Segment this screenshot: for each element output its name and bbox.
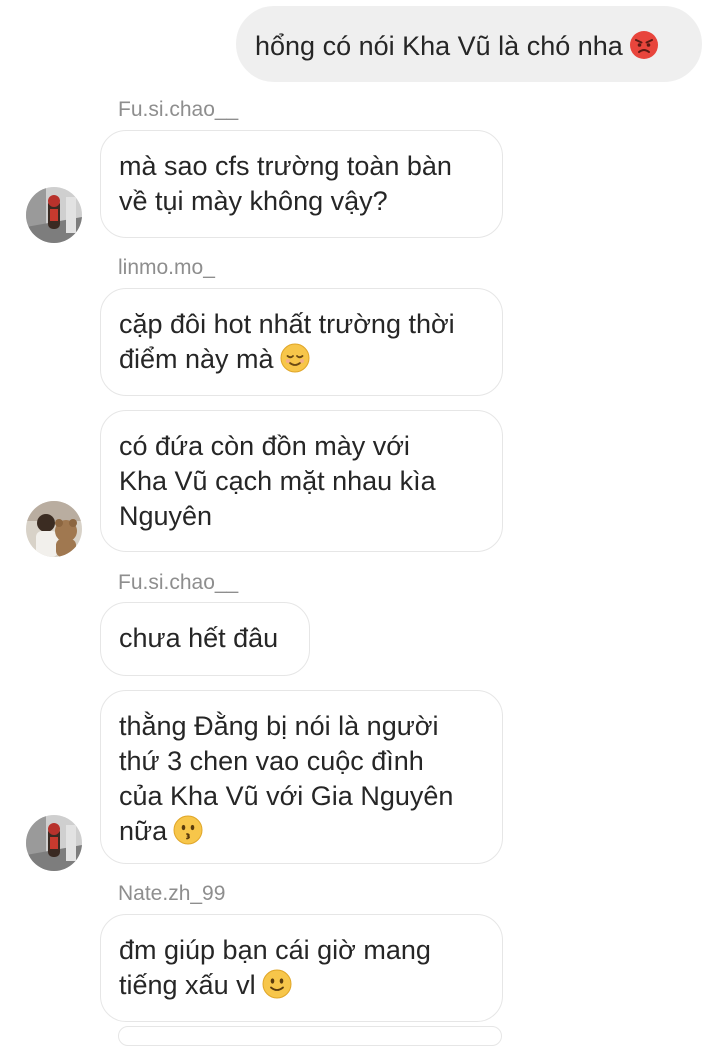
incoming-message-bubble[interactable]: đm giúp bạn cái giờ mang tiếng xấu vl <box>100 914 503 1022</box>
message-text: hổng có nói Kha Vũ là chó nha <box>255 29 679 64</box>
message-line: thứ 3 chen vao cuộc đình <box>119 746 424 776</box>
message-line: tiếng xấu vl <box>119 968 482 1003</box>
message-line: Kha Vũ cạch mặt nhau kìa <box>119 466 436 496</box>
sender-avatar[interactable] <box>26 187 82 243</box>
incoming-message-bubble[interactable]: thằng Đằng bị nói là người thứ 3 chen va… <box>100 690 503 864</box>
relieved-face-emoji-icon <box>280 343 310 373</box>
sender-name: Fu.si.chao__ <box>118 571 239 594</box>
sender-name: Nate.zh_99 <box>118 882 226 905</box>
outgoing-message-bubble[interactable]: hổng có nói Kha Vũ là chó nha <box>236 6 702 82</box>
kissing-face-emoji-icon <box>173 815 203 845</box>
message-line: có đứa còn đồn mày với <box>119 431 410 461</box>
incoming-message-bubble[interactable]: chưa hết đâu <box>100 602 310 676</box>
message-line: Nguyên <box>119 501 213 531</box>
message-line: của Kha Vũ với Gia Nguyên <box>119 781 454 811</box>
angry-face-emoji-icon <box>629 31 658 59</box>
sender-name: Fu.si.chao__ <box>118 98 239 121</box>
message-line: cặp đôi hot nhất trường thời <box>119 309 455 339</box>
incoming-message-bubble[interactable]: cặp đôi hot nhất trường thời điểm này mà <box>100 288 503 396</box>
sender-avatar[interactable] <box>26 815 82 871</box>
message-line: điểm này mà <box>119 342 482 377</box>
message-line: thằng Đằng bị nói là người <box>119 711 439 741</box>
message-line: chưa hết đâu <box>119 623 279 653</box>
sender-avatar[interactable] <box>26 501 82 557</box>
message-line: nữa <box>119 814 482 849</box>
message-line: về tụi mày không vậy? <box>119 186 388 216</box>
sender-name: linmo.mo_ <box>118 256 215 279</box>
message-line: mà sao cfs trường toàn bàn <box>119 151 452 181</box>
next-message-bubble-edge <box>118 1026 502 1046</box>
slightly-smiling-face-emoji-icon <box>262 969 292 999</box>
message-line: đm giúp bạn cái giờ mang <box>119 935 431 965</box>
incoming-message-bubble[interactable]: có đứa còn đồn mày với Kha Vũ cạch mặt n… <box>100 410 503 552</box>
incoming-message-bubble[interactable]: mà sao cfs trường toàn bàn về tụi mày kh… <box>100 130 503 238</box>
